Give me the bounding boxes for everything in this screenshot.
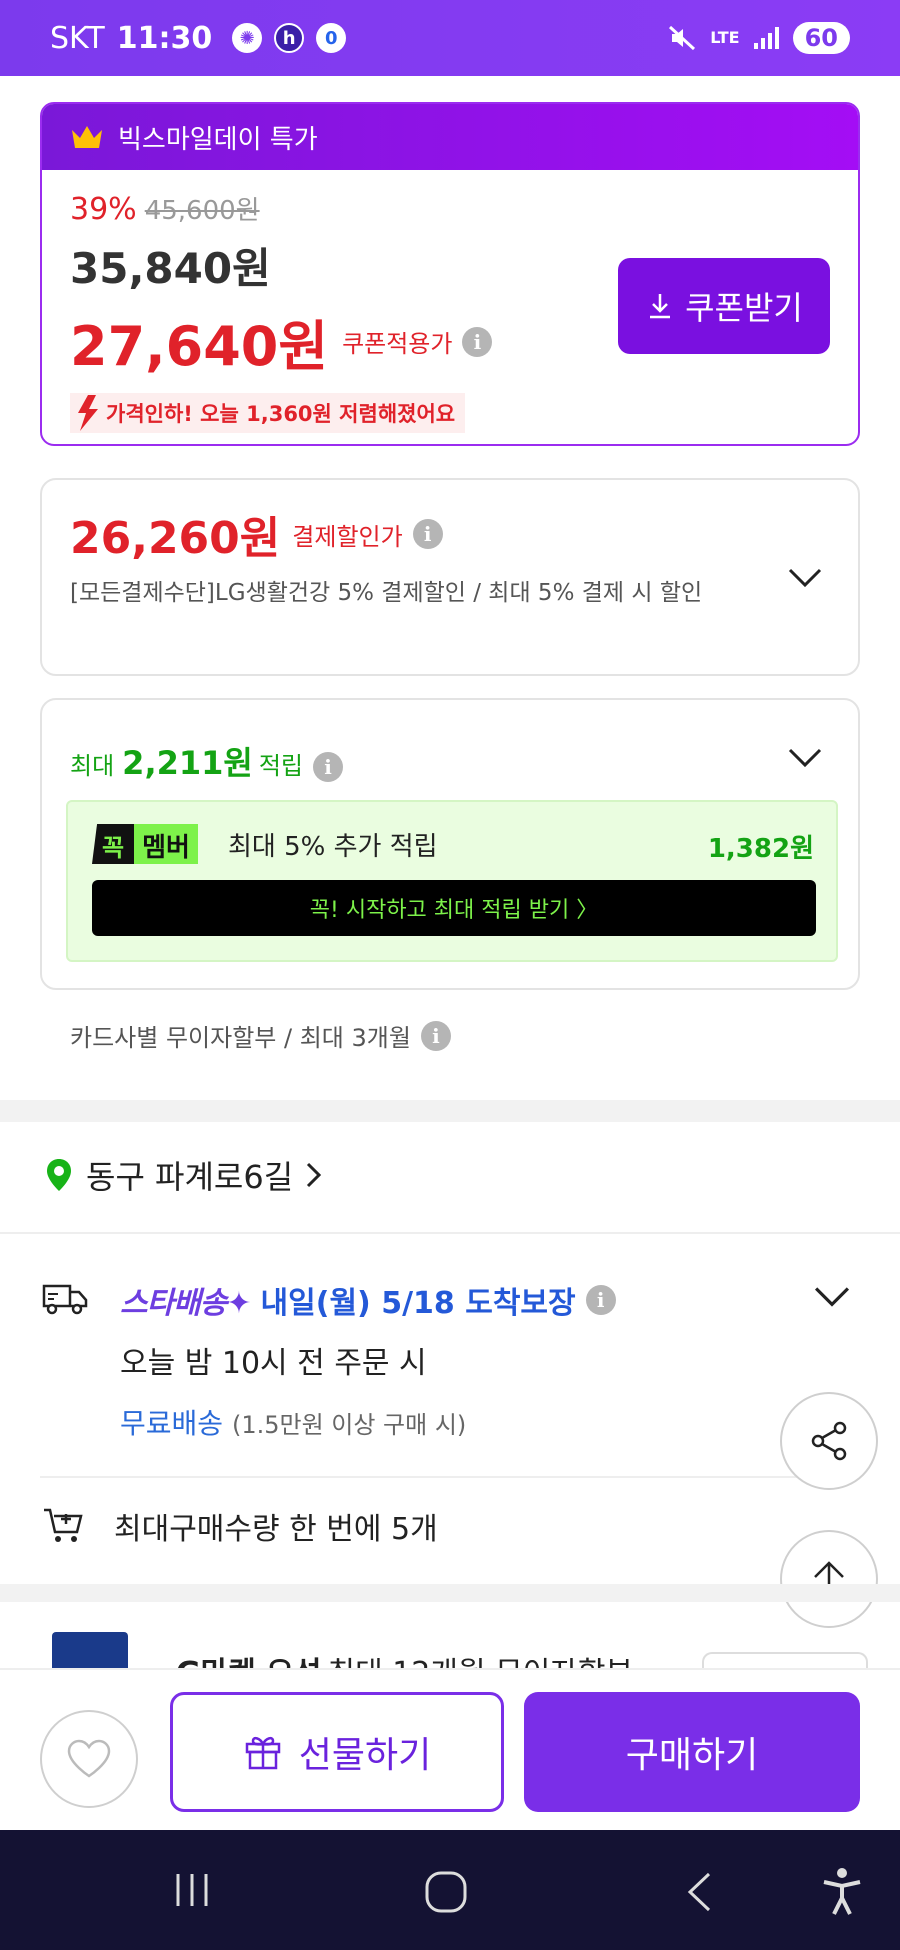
buy-button[interactable]: 구매하기	[524, 1692, 860, 1812]
get-coupon-button[interactable]: 쿠폰받기	[618, 258, 830, 354]
reward-card: 최대 2,211원 적립 i 꼭 멤버 최대 5% 추가 적립 1,382원 꼭…	[40, 698, 860, 990]
reward-suffix: 적립	[258, 752, 304, 780]
member-badge-a: 꼭	[92, 824, 135, 864]
status-indicators: LTE 60	[668, 22, 850, 54]
shipping-fee-row: 무료배송 (1.5만원 이상 구매 시)	[120, 1402, 466, 1442]
credit-card-image	[52, 1632, 128, 1668]
info-icon[interactable]: i	[585, 1285, 616, 1315]
product-detail-screen: SKT 11:30 ✺ h 0 LTE 60 빅스마일데이 특가 39% 45,…	[0, 0, 900, 1950]
peek-button[interactable]	[702, 1652, 868, 1668]
battery-indicator: 60	[792, 22, 850, 54]
smile-day-title: 빅스마일데이 특가	[118, 124, 318, 155]
info-icon[interactable]: i	[313, 752, 344, 782]
location-text: 동구 파계로6길	[86, 1158, 294, 1196]
card-installment-peek: G마켓 오성 최대 12개월 무이자할부	[0, 1602, 900, 1668]
clock: 11:30	[116, 20, 213, 56]
heart-icon	[67, 1739, 111, 1778]
peek-desc: 최대 12개월 무이자할부	[327, 1656, 633, 1668]
info-icon[interactable]: i	[462, 326, 493, 357]
price-drop-text: 가격인하! 오늘 1,360원 저렴해졌어요	[106, 402, 456, 426]
payment-discount-card[interactable]: 26,260원 결제할인가 i [모든결제수단]LG생활건강 5% 결제할인 /…	[40, 478, 860, 676]
signal-icon	[753, 27, 779, 49]
delivery-date: 내일(월) 5/18 도착보장	[260, 1286, 576, 1321]
mute-icon	[669, 25, 696, 51]
coupon-price-label: 쿠폰적용가	[342, 330, 453, 358]
installment-text: 카드사별 무이자할부 / 최대 3개월	[70, 1024, 411, 1052]
delivery-location[interactable]: 동구 파계로6길	[44, 1152, 323, 1198]
network-type: LTE	[710, 28, 740, 47]
max-quantity-row: 최대구매수량 한 번에 5개	[42, 1504, 438, 1548]
delivery-cutoff: 오늘 밤 10시 전 주문 시	[120, 1346, 427, 1381]
accessibility-icon[interactable]	[820, 1866, 864, 1916]
original-price: 45,600원	[144, 196, 260, 226]
location-pin-icon	[47, 1159, 71, 1191]
free-shipping-condition: (1.5만원 이상 구매 시)	[231, 1411, 467, 1439]
section-divider	[0, 1100, 900, 1122]
reward-summary[interactable]: 최대 2,211원 적립 i	[70, 738, 344, 784]
info-icon[interactable]: i	[420, 1020, 451, 1051]
coupon-price: 27,640원	[70, 315, 329, 378]
gift-icon	[245, 1736, 280, 1770]
start-member-button[interactable]: 꼭! 시작하고 최대 적립 받기 〉	[92, 880, 816, 936]
discount-rate: 39%	[70, 192, 137, 227]
chevron-down-icon[interactable]	[788, 748, 822, 768]
free-shipping: 무료배송	[120, 1407, 224, 1440]
get-coupon-label: 쿠폰받기	[685, 289, 803, 327]
system-navigation-bar	[0, 1830, 900, 1950]
member-reward-box: 꼭 멤버 최대 5% 추가 적립 1,382원 꼭! 시작하고 최대 적립 받기…	[66, 800, 838, 962]
reward-prefix: 최대	[70, 752, 115, 780]
info-icon[interactable]: i	[412, 519, 443, 549]
back-icon[interactable]	[684, 1870, 714, 1914]
member-reward-amount: 1,382원	[707, 834, 814, 864]
carrier-label: SKT	[50, 20, 105, 56]
divider-line	[40, 1476, 860, 1478]
recents-icon[interactable]	[172, 1870, 212, 1910]
price-down-arrow-icon	[78, 395, 98, 431]
truck-icon	[42, 1284, 88, 1315]
chevron-down-icon[interactable]	[788, 568, 822, 588]
divider-line	[0, 1232, 900, 1234]
share-button[interactable]	[780, 1392, 878, 1490]
buy-label: 구매하기	[625, 1735, 759, 1776]
gift-button[interactable]: 선물하기	[170, 1692, 504, 1812]
wishlist-button[interactable]	[40, 1710, 138, 1808]
discount-row: 39% 45,600원	[70, 190, 830, 227]
peek-text: G마켓 오성 최대 12개월 무이자할부	[176, 1648, 633, 1668]
chevron-right-icon	[307, 1162, 322, 1188]
download-icon	[650, 294, 671, 319]
reward-amount: 2,211원	[122, 744, 253, 782]
chevron-down-icon[interactable]	[814, 1286, 850, 1308]
installment-info: 카드사별 무이자할부 / 최대 3개월 i	[70, 1018, 451, 1053]
payment-price: 26,260원	[70, 513, 281, 564]
section-divider	[0, 1584, 900, 1602]
cart-icon	[44, 1508, 83, 1542]
home-icon[interactable]	[424, 1870, 468, 1914]
crown-icon	[72, 126, 102, 148]
app-o-icon: 0	[316, 23, 347, 53]
member-badge-b: 멤버	[134, 824, 198, 864]
share-icon	[811, 1421, 847, 1461]
delivery-guarantee-row: 스타배송✦ 내일(월) 5/18 도착보장 i	[120, 1278, 616, 1322]
peek-title: G마켓 오성	[176, 1656, 321, 1668]
max-quantity-text: 최대구매수량 한 번에 5개	[114, 1512, 438, 1547]
payment-description: [모든결제수단]LG생활건강 5% 결제할인 / 최대 5% 결제 시 할인	[70, 580, 703, 606]
member-badge: 꼭 멤버	[92, 824, 198, 864]
price-drop-badge: 가격인하! 오늘 1,360원 저렴해졌어요	[70, 393, 466, 433]
smile-day-card: 빅스마일데이 특가 39% 45,600원 35,840원 27,640원 쿠폰…	[40, 102, 860, 446]
app-h-icon: h	[274, 23, 305, 53]
member-reward-text: 최대 5% 추가 적립	[228, 832, 438, 862]
camera-shutter-icon: ✺	[232, 23, 263, 53]
payment-price-label: 결제할인가	[292, 522, 403, 551]
star-delivery-logo: 스타배송✦	[120, 1286, 252, 1321]
payment-price-row: 26,260원 결제할인가 i	[70, 502, 830, 566]
smile-day-header: 빅스마일데이 특가	[42, 104, 858, 170]
bottom-action-bar: 선물하기 구매하기	[0, 1668, 900, 1830]
status-bar: SKT 11:30 ✺ h 0 LTE 60	[0, 0, 900, 76]
gift-label: 선물하기	[298, 1735, 432, 1776]
